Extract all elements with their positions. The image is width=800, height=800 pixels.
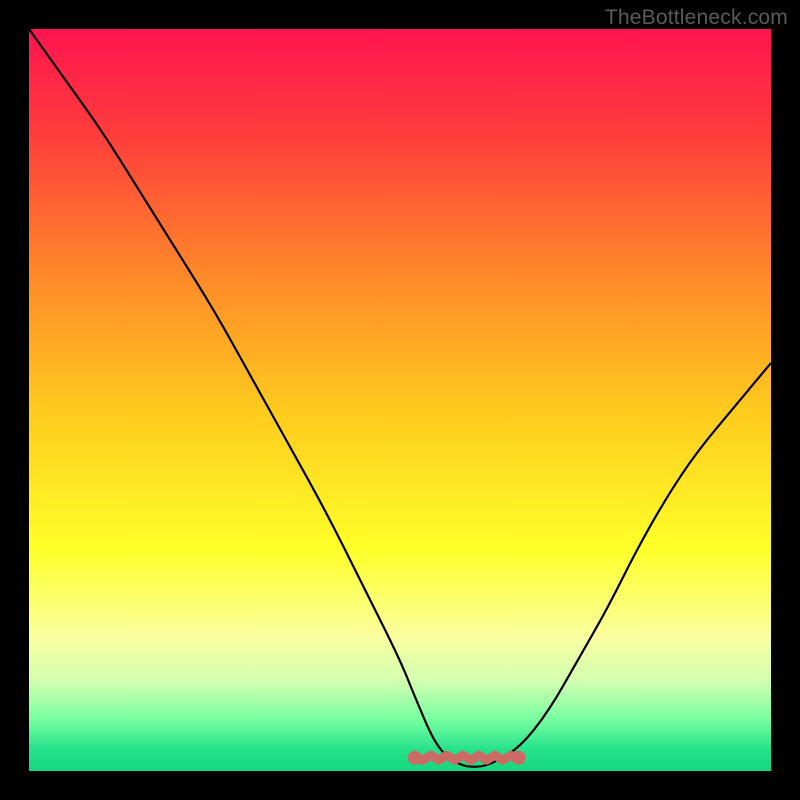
watermark-text: TheBottleneck.com <box>605 6 788 30</box>
bottleneck-chart <box>29 29 771 771</box>
chart-svg <box>29 29 771 771</box>
